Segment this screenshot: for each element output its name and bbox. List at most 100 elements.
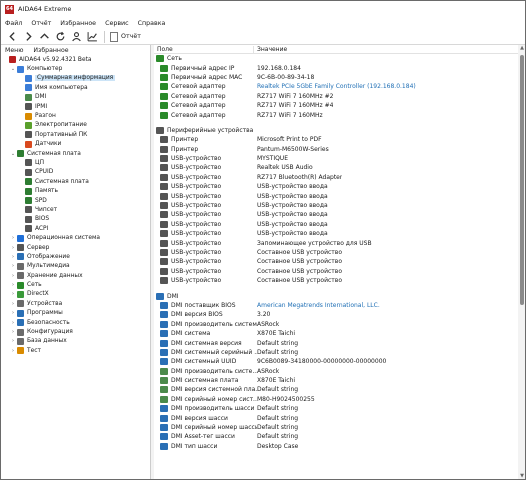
tree-item[interactable]: Разгон <box>1 111 150 120</box>
column-field-header[interactable]: Поле <box>154 45 254 53</box>
tree-item[interactable]: ЦП <box>1 158 150 167</box>
table-row[interactable]: DMI системная версия Default string <box>154 338 518 347</box>
tree-item[interactable]: Электропитание <box>1 121 150 130</box>
table-row[interactable]: DMI тип шасси Desktop Case <box>154 442 518 451</box>
tree-item[interactable]: › Сеть <box>1 280 150 289</box>
tree-item[interactable]: › Мультимедиа <box>1 262 150 271</box>
tree-item[interactable]: Чипсет <box>1 205 150 214</box>
value-link[interactable]: American Megatrends International, LLC. <box>257 302 380 309</box>
table-row[interactable]: DMI версия шасси Default string <box>154 413 518 422</box>
expand-toggle-icon[interactable]: › <box>9 254 17 260</box>
table-row[interactable]: USB-устройство USB-устройство ввода <box>154 210 518 219</box>
table-row[interactable]: Сетевой адаптер RZ717 WiFi 7 160MHz #4 <box>154 101 518 110</box>
user-button[interactable] <box>69 30 83 44</box>
expand-toggle-icon[interactable]: › <box>9 245 17 251</box>
table-row[interactable]: DMI производитель систе... ASRock <box>154 367 518 376</box>
expand-toggle-icon[interactable]: › <box>9 291 17 297</box>
forward-button[interactable] <box>21 30 35 44</box>
table-row[interactable]: Сетевой адаптер RZ717 WiFi 7 160MHz <box>154 110 518 119</box>
tree-item[interactable]: Память <box>1 186 150 195</box>
table-row[interactable]: DMI серийный номер сист... M80-H902450025… <box>154 395 518 404</box>
tree-item[interactable]: › Устройства <box>1 299 150 308</box>
table-row[interactable]: DMI системная плата X870E Taichi <box>154 376 518 385</box>
tree-item[interactable]: › DirectX <box>1 290 150 299</box>
menu-report[interactable]: Отчёт <box>31 20 51 27</box>
tree-item[interactable]: DMI <box>1 93 150 102</box>
menu-help[interactable]: Справка <box>138 20 166 27</box>
table-row[interactable]: DMI производитель системы ASRock <box>154 320 518 329</box>
expand-toggle-icon[interactable]: › <box>9 273 17 279</box>
tab-favorites[interactable]: Избранное <box>33 47 68 54</box>
table-row[interactable]: USB-устройство MYSTIQUE <box>154 154 518 163</box>
tree-item[interactable]: › Программы <box>1 309 150 318</box>
expand-toggle-icon[interactable]: › <box>9 320 17 326</box>
tree-item[interactable]: ⌄ Компьютер <box>1 64 150 73</box>
table-row[interactable]: DMI Asset-тег шасси Default string <box>154 432 518 441</box>
expand-toggle-icon[interactable]: › <box>9 282 17 288</box>
table-row[interactable]: DMI версия системной пла... Default strin… <box>154 385 518 394</box>
column-value-header[interactable]: Значение <box>254 46 287 53</box>
scroll-down-icon[interactable]: ▼ <box>518 473 525 479</box>
table-row[interactable]: DMI серийный номер шасси Default string <box>154 423 518 432</box>
table-row[interactable]: DMI системный серийный ... Default string <box>154 348 518 357</box>
table-row[interactable]: USB-устройство Составное USB устройство <box>154 267 518 276</box>
tree-item[interactable]: › Хранение данных <box>1 271 150 280</box>
up-button[interactable] <box>37 30 51 44</box>
tree-item[interactable]: › Операционная система <box>1 233 150 242</box>
table-row[interactable]: Первичный адрес MAC 9C-6B-00-89-34-18 <box>154 73 518 82</box>
table-row[interactable]: Сетевой адаптер RZ717 WiFi 7 160MHz #2 <box>154 92 518 101</box>
table-row[interactable]: USB-устройство Составное USB устройство <box>154 257 518 266</box>
tree-item[interactable]: › Конфигурация <box>1 327 150 336</box>
expand-toggle-icon[interactable]: › <box>9 301 17 307</box>
tree-item[interactable]: Датчики <box>1 140 150 149</box>
table-row[interactable]: Принтер Microsoft Print to PDF <box>154 135 518 144</box>
value-link[interactable]: Realtek PCIe 5GbE Family Controller (192… <box>257 83 416 90</box>
tree-item[interactable]: Суммарная информация <box>1 74 150 83</box>
tree-item[interactable]: › Отображение <box>1 252 150 261</box>
table-row[interactable]: USB-устройство Составное USB устройство <box>154 248 518 257</box>
table-row[interactable]: USB-устройство Realtek USB Audio <box>154 163 518 172</box>
table-row[interactable]: DMI поставщик BIOS American Megatrends In… <box>154 301 518 310</box>
table-row[interactable]: DMI системный UUID 9C6B0089-34180000-0000… <box>154 357 518 366</box>
expand-toggle-icon[interactable]: › <box>9 348 17 354</box>
tree-item[interactable]: › Тест <box>1 346 150 355</box>
menu-favorites[interactable]: Избранное <box>60 20 96 27</box>
table-row[interactable]: Первичный адрес IP 192.168.0.184 <box>154 63 518 72</box>
expand-toggle-icon[interactable]: › <box>9 263 17 269</box>
table-row[interactable]: USB-устройство USB-устройство ввода <box>154 201 518 210</box>
scroll-thumb[interactable] <box>520 55 524 305</box>
table-row[interactable]: USB-устройство USB-устройство ввода <box>154 182 518 191</box>
expand-toggle-icon[interactable]: › <box>9 338 17 344</box>
menu-file[interactable]: Файл <box>5 20 22 27</box>
refresh-button[interactable] <box>53 30 67 44</box>
table-row[interactable]: DMI система X870E Taichi <box>154 329 518 338</box>
tree-item[interactable]: SPD <box>1 196 150 205</box>
tree-item[interactable]: CPUID <box>1 168 150 177</box>
back-button[interactable] <box>5 30 19 44</box>
expand-toggle-icon[interactable]: › <box>9 235 17 241</box>
table-row[interactable]: DMI версия BIOS 3.20 <box>154 310 518 319</box>
scroll-up-icon[interactable]: ▲ <box>518 45 525 53</box>
tree-item[interactable]: Портативный ПК <box>1 130 150 139</box>
expand-toggle-icon[interactable]: › <box>9 310 17 316</box>
section-header[interactable]: Сеть <box>154 54 518 63</box>
table-row[interactable]: Принтер Pantum-M6500W-Series <box>154 145 518 154</box>
section-header[interactable]: Периферийные устройства <box>154 126 518 135</box>
table-row[interactable]: Сетевой адаптер Realtek PCIe 5GbE Family … <box>154 82 518 91</box>
tree-item[interactable]: › База данных <box>1 337 150 346</box>
section-header[interactable]: DMI <box>154 291 518 300</box>
table-row[interactable]: USB-устройство RZ717 Bluetooth(R) Adapter <box>154 173 518 182</box>
tree-item[interactable]: › Сервер <box>1 243 150 252</box>
menu-tools[interactable]: Сервис <box>105 20 129 27</box>
tree-item[interactable]: Системная плата <box>1 177 150 186</box>
tab-menu[interactable]: Меню <box>5 47 23 54</box>
tree-item[interactable]: AIDA64 v5.92.4321 Beta <box>1 55 150 64</box>
tree-item[interactable]: ⌄ Системная плата <box>1 149 150 158</box>
table-row[interactable]: USB-устройство USB-устройство ввода <box>154 191 518 200</box>
tree-item[interactable]: › Безопасность <box>1 318 150 327</box>
table-row[interactable]: USB-устройство USB-устройство ввода <box>154 220 518 229</box>
expand-toggle-icon[interactable]: ⌄ <box>9 151 17 157</box>
table-row[interactable]: DMI производитель шасси Default string <box>154 404 518 413</box>
chart-button[interactable] <box>85 30 99 44</box>
table-row[interactable]: USB-устройство Составное USB устройство <box>154 276 518 285</box>
